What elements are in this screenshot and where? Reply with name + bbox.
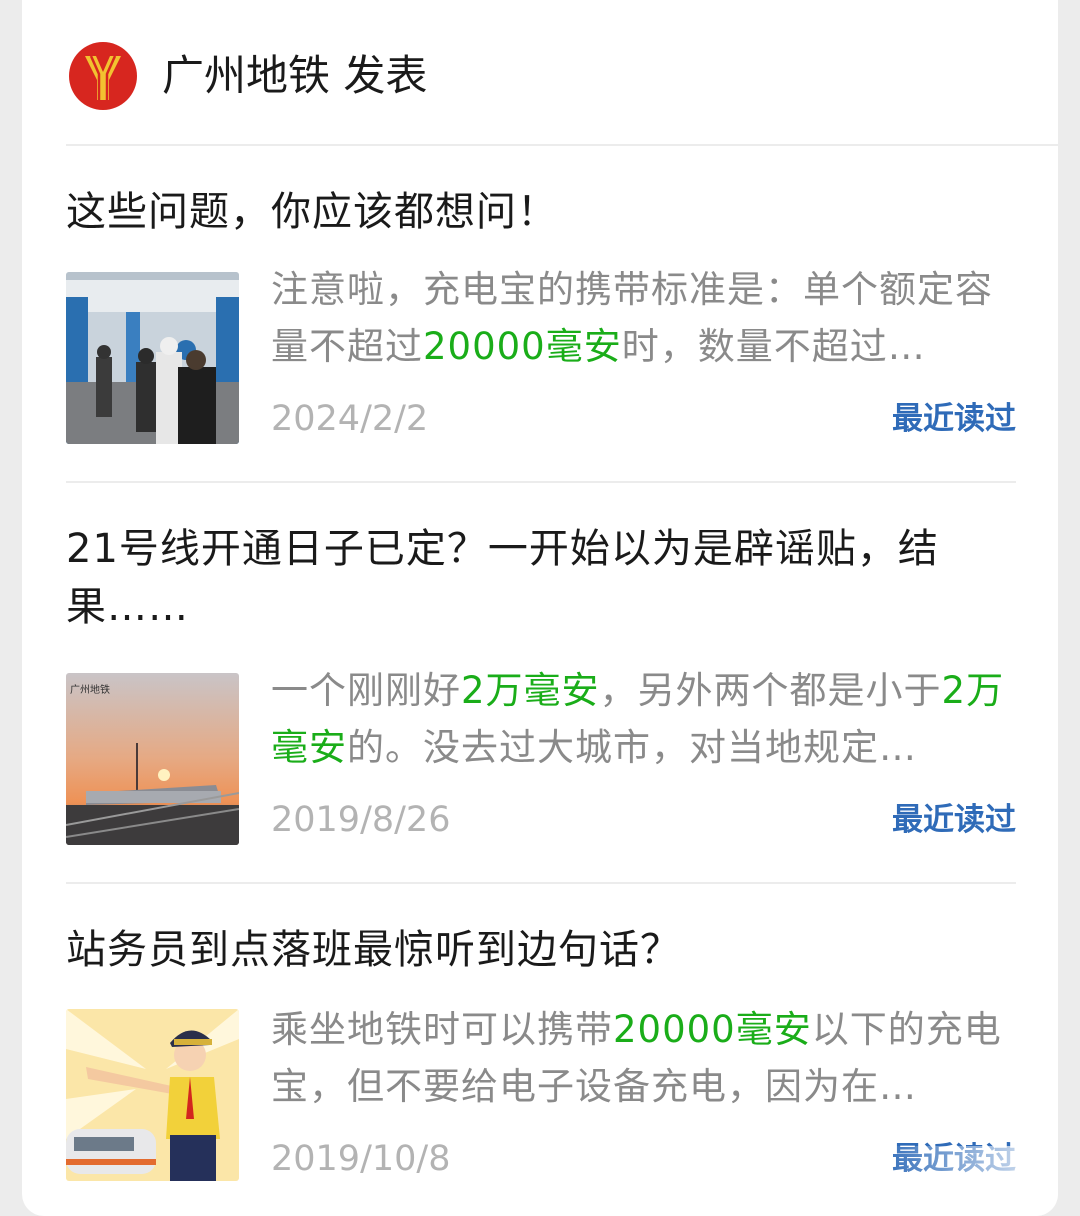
article-list-card: 广州地铁 发表 这些问题，你应该都想问！ 注意啦，充电宝的携带标准是：单个额定容… (22, 0, 1058, 1216)
header-divider (66, 144, 1058, 146)
article-date: 2019/8/26 (271, 800, 451, 840)
excerpt-text: 的。没去过大城市，对当地规定… (347, 726, 917, 769)
article-excerpt: 注意啦，充电宝的携带标准是：单个额定容量不超过20000毫安时，数量不超过… (271, 261, 1011, 375)
sunset-train-photo-icon: 广州地铁 (66, 673, 239, 845)
article-excerpt: 一个刚刚好2万毫安，另外两个都是小于2万毫安的。没去过大城市，对当地规定… (271, 662, 1011, 776)
article-item[interactable]: 21号线开通日子已定？一开始以为是辟谣贴，结果…… 广州地铁 一个刚刚好2万毫安… (66, 520, 1016, 850)
article-title: 这些问题，你应该都想问！ (66, 189, 558, 235)
article-divider (66, 882, 1016, 884)
article-item[interactable]: 站务员到点落班最惊听到边句话？ 乘坐地铁时可以携带20000毫安以下的充电宝，但… (66, 921, 1016, 1201)
article-excerpt: 乘坐地铁时可以携带20000毫安以下的充电宝，但不要给电子设备充电，因为在… (271, 1001, 1011, 1115)
article-title: 站务员到点落班最惊听到边句话？ (66, 927, 681, 973)
article-date: 2019/10/8 (271, 1139, 451, 1179)
station-staff-illustration-icon (66, 1009, 239, 1181)
excerpt-highlight: 20000毫安 (423, 325, 622, 368)
guangzhou-metro-logo-icon (69, 42, 137, 110)
article-divider (66, 481, 1016, 483)
account-name: 广州地铁 (162, 51, 331, 100)
article-item[interactable]: 这些问题，你应该都想问！ 注意啦，充电宝的携带标准是：单个额定容量不超过2000… (66, 183, 1016, 453)
metro-station-photo-icon (66, 272, 239, 444)
bottom-fade (878, 1146, 1058, 1216)
excerpt-highlight: 20000毫安 (613, 1008, 812, 1051)
action-label: 发表 (343, 51, 428, 100)
thumb-caption: 广州地铁 (70, 683, 110, 696)
recently-read-link[interactable]: 最近读过 (892, 798, 1016, 842)
account-header[interactable]: 广州地铁 发表 (22, 0, 1058, 145)
excerpt-text: 时，数量不超过… (621, 325, 926, 368)
recently-read-link[interactable]: 最近读过 (892, 397, 1016, 441)
excerpt-text: 一个刚刚好 (271, 669, 461, 712)
article-date: 2024/2/2 (271, 399, 429, 439)
account-title: 广州地铁 发表 (162, 48, 427, 104)
excerpt-text: ，另外两个都是小于 (599, 669, 942, 712)
excerpt-text: 乘坐地铁时可以携带 (271, 1008, 613, 1051)
article-title: 21号线开通日子已定？一开始以为是辟谣贴，结果…… (66, 526, 939, 630)
excerpt-highlight: 2万毫安 (461, 669, 600, 712)
